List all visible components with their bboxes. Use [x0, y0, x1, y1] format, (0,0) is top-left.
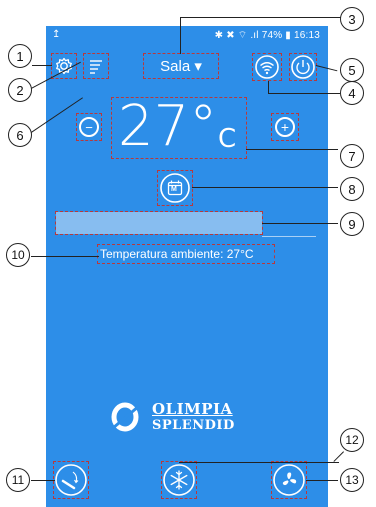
increase-temperature-button[interactable]: + — [271, 113, 299, 141]
app-screen: ↥ ✱ ✖ ⌔ .ıl 74% ▮ 16:13 Sala ▾ − 27° C +… — [46, 26, 328, 507]
swing-flap-button[interactable] — [53, 461, 89, 499]
menu-lines-icon — [90, 60, 102, 74]
plus-icon: + — [275, 117, 295, 137]
mode-button[interactable]: M — [157, 170, 193, 206]
wifi-icon — [255, 55, 279, 79]
menu-button[interactable] — [83, 53, 109, 79]
callout-3: 3 — [340, 7, 364, 31]
callout-11: 11 — [6, 468, 30, 492]
callout-line-10 — [31, 256, 99, 258]
decrease-temperature-button[interactable]: − — [76, 113, 102, 141]
brand-line-2: SPLENDID — [152, 418, 235, 433]
callout-6: 6 — [8, 123, 32, 147]
callout-line-12 — [179, 462, 339, 464]
callout-line-8 — [192, 187, 338, 189]
status-indicators: ✱ ✖ ⌔ .ıl 74% ▮ 16:13 — [214, 30, 320, 41]
callout-5: 5 — [340, 58, 364, 82]
room-selector[interactable]: Sala ▾ — [143, 53, 219, 79]
callout-4: 4 — [340, 81, 364, 105]
ambient-temperature: Temperatura ambiente: 27°C — [97, 244, 275, 264]
temperature-unit: C — [218, 124, 237, 154]
olimpia-splendid-logo: OLIMPIA SPLENDID — [108, 398, 268, 436]
upload-icon: ↥ — [52, 29, 61, 40]
brand-mark-icon — [111, 402, 140, 432]
cooling-mode-button[interactable] — [161, 461, 197, 499]
status-message-frame — [55, 211, 263, 235]
callout-line-11 — [31, 480, 55, 482]
power-button[interactable] — [289, 53, 317, 81]
fan-speed-button[interactable] — [271, 461, 307, 499]
mode-letter: M — [171, 186, 177, 193]
callout-line-1 — [32, 65, 52, 67]
snowflake-icon — [163, 464, 195, 496]
room-selector-label: Sala ▾ — [160, 58, 202, 75]
status-bar: ↥ ✱ ✖ ⌔ .ıl 74% ▮ 16:13 — [46, 26, 328, 44]
callout-2: 2 — [8, 78, 32, 102]
callout-10: 10 — [6, 243, 30, 267]
callout-line-4 — [268, 93, 340, 95]
callout-line-12b — [333, 451, 344, 462]
power-icon — [291, 55, 315, 79]
callout-line-9 — [262, 223, 338, 225]
callout-8: 8 — [340, 177, 364, 201]
callout-1: 1 — [8, 44, 32, 68]
callout-line-13 — [306, 480, 338, 482]
temperature-display: 27° C — [111, 94, 247, 159]
callout-line-4b — [268, 81, 270, 93]
minus-icon: − — [79, 117, 99, 137]
callout-12: 12 — [340, 428, 364, 452]
wifi-button[interactable] — [252, 53, 282, 81]
temperature-value: 27° — [118, 94, 218, 159]
callout-line-7 — [246, 149, 338, 151]
fan-icon — [273, 464, 305, 496]
brand-line-1: OLIMPIA — [152, 400, 233, 418]
swing-flap-icon — [55, 464, 87, 496]
callout-7: 7 — [340, 144, 364, 168]
ambient-temperature-label: Temperatura ambiente: 27°C — [100, 247, 254, 261]
callout-line-3 — [181, 17, 341, 19]
callout-9: 9 — [340, 212, 364, 236]
callout-line-3b — [179, 17, 181, 54]
callout-13: 13 — [340, 468, 364, 492]
divider — [262, 236, 316, 237]
